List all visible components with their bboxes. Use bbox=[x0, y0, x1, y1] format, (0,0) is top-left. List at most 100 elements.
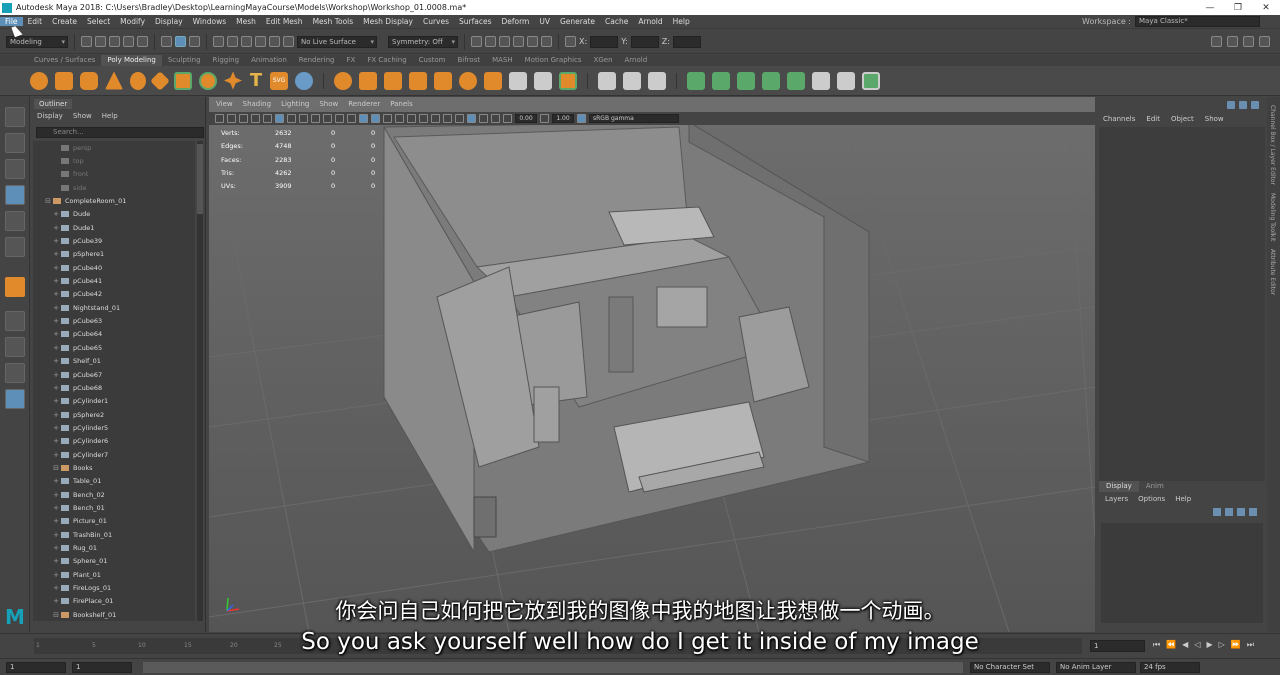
single-perspective-icon[interactable] bbox=[4, 311, 25, 331]
exposure-icon[interactable] bbox=[503, 114, 512, 123]
poly-sphere-icon[interactable] bbox=[30, 71, 48, 90]
expand-icon[interactable]: + bbox=[51, 330, 61, 338]
shelf-tab-fx-caching[interactable]: FX Caching bbox=[361, 55, 412, 66]
expand-icon[interactable]: + bbox=[51, 397, 61, 405]
outliner-item[interactable]: ⊟ Books bbox=[33, 461, 195, 474]
scrollbar-thumb[interactable] bbox=[197, 144, 203, 214]
grid-toggle-icon[interactable] bbox=[275, 114, 284, 123]
wireframe-icon[interactable] bbox=[347, 114, 356, 123]
outliner-item[interactable]: + pCube64 bbox=[33, 328, 195, 341]
expand-icon[interactable]: + bbox=[51, 424, 61, 432]
paint-select-icon[interactable] bbox=[4, 159, 25, 179]
symmetry-dropdown[interactable]: Symmetry: Off bbox=[388, 35, 458, 48]
expand-icon[interactable]: + bbox=[51, 451, 61, 459]
outliner-item[interactable]: + pCube65 bbox=[33, 341, 195, 354]
expand-icon[interactable]: + bbox=[51, 290, 61, 298]
bevel-icon[interactable] bbox=[712, 71, 730, 90]
extrude-icon[interactable] bbox=[687, 71, 705, 90]
expand-icon[interactable]: ⊟ bbox=[51, 464, 61, 472]
outliner-item[interactable]: + pCylinder1 bbox=[33, 395, 195, 408]
remesh-icon[interactable] bbox=[509, 71, 527, 90]
outliner-item[interactable]: + pCube63 bbox=[33, 314, 195, 327]
fill-hole-icon[interactable] bbox=[737, 71, 755, 90]
expand-icon[interactable]: + bbox=[51, 584, 61, 592]
shadows-icon[interactable] bbox=[407, 114, 416, 123]
shelf-tab-custom[interactable]: Custom bbox=[413, 55, 452, 66]
outliner-item[interactable]: + FireLogs_01 bbox=[33, 581, 195, 594]
viewport-menu-view[interactable]: View bbox=[216, 100, 233, 112]
outliner-item[interactable]: + Nightstand_01 bbox=[33, 301, 195, 314]
append-icon[interactable] bbox=[762, 71, 780, 90]
expand-icon[interactable]: + bbox=[51, 504, 61, 512]
boolean-icon[interactable] bbox=[409, 71, 427, 90]
tool-settings-icon[interactable] bbox=[1243, 36, 1254, 47]
layer-menu-layers[interactable]: Layers bbox=[1105, 495, 1128, 503]
snap-curve-icon[interactable] bbox=[227, 36, 238, 47]
film-gate-icon[interactable] bbox=[287, 114, 296, 123]
outliner-item[interactable]: + Sphere_01 bbox=[33, 555, 195, 568]
undo-icon[interactable] bbox=[123, 36, 134, 47]
poly-cube-icon[interactable] bbox=[55, 71, 73, 90]
perspective-viewport[interactable]: View Shading Lighting Show Renderer Pane… bbox=[209, 97, 1095, 632]
four-view-icon[interactable] bbox=[4, 337, 25, 357]
platonic-icon[interactable] bbox=[199, 71, 217, 90]
outliner-menu-help[interactable]: Help bbox=[102, 112, 118, 120]
range-bar[interactable] bbox=[143, 662, 963, 673]
anim-layer-dropdown[interactable]: No Anim Layer bbox=[1056, 662, 1136, 673]
workspace-dropdown[interactable]: Maya Classic* bbox=[1135, 16, 1260, 27]
connect-icon[interactable] bbox=[648, 71, 666, 90]
snap-grid-icon[interactable] bbox=[213, 36, 224, 47]
poke-icon[interactable] bbox=[812, 71, 830, 90]
modeling-toolkit-icon[interactable] bbox=[1211, 36, 1222, 47]
menu-set-dropdown[interactable]: Modeling bbox=[6, 35, 68, 48]
menu-select[interactable]: Select bbox=[82, 17, 115, 26]
safe-action-icon[interactable] bbox=[335, 114, 344, 123]
channel-box-icon[interactable] bbox=[1259, 36, 1270, 47]
select-object-icon[interactable] bbox=[175, 36, 186, 47]
scale-tool-icon[interactable] bbox=[4, 237, 25, 257]
expand-icon[interactable]: + bbox=[51, 517, 61, 525]
channel-box-menu-edit[interactable]: Edit bbox=[1146, 115, 1160, 123]
lasso-tool-icon[interactable] bbox=[4, 133, 25, 153]
redo-icon[interactable] bbox=[137, 36, 148, 47]
wireframe-on-shaded-icon[interactable] bbox=[371, 114, 380, 123]
channel-box-menu-object[interactable]: Object bbox=[1171, 115, 1194, 123]
viewport-menu-shading[interactable]: Shading bbox=[243, 100, 271, 112]
expand-icon[interactable]: + bbox=[51, 224, 61, 232]
move-layer-up-icon[interactable] bbox=[1213, 508, 1221, 516]
viewport-menu-lighting[interactable]: Lighting bbox=[281, 100, 309, 112]
snap-surface-icon[interactable] bbox=[269, 36, 280, 47]
rotate-tool-icon[interactable] bbox=[4, 211, 25, 231]
persp-outliner-icon[interactable] bbox=[4, 363, 25, 383]
render-settings-icon[interactable] bbox=[513, 36, 524, 47]
snap-vertex-icon[interactable] bbox=[283, 36, 294, 47]
expand-icon[interactable]: + bbox=[51, 237, 61, 245]
bookmark-icon[interactable] bbox=[227, 114, 236, 123]
snap-point-icon[interactable] bbox=[241, 36, 252, 47]
snap-view-icon[interactable] bbox=[255, 36, 266, 47]
select-component-icon[interactable] bbox=[189, 36, 200, 47]
2d-pan-icon[interactable] bbox=[251, 114, 260, 123]
outliner-item[interactable]: + Picture_01 bbox=[33, 515, 195, 528]
start-time-field[interactable]: 1 bbox=[6, 662, 66, 673]
playback-start-field[interactable]: 1 bbox=[72, 662, 132, 673]
expand-icon[interactable]: + bbox=[51, 571, 61, 579]
shelf-tab-rigging[interactable]: Rigging bbox=[207, 55, 246, 66]
target-weld-icon[interactable] bbox=[623, 71, 641, 90]
outliner-item[interactable]: + Bench_02 bbox=[33, 488, 195, 501]
textured-icon[interactable] bbox=[383, 114, 392, 123]
shelf-tab-arnold[interactable]: Arnold bbox=[619, 55, 654, 66]
poly-torus-icon[interactable] bbox=[130, 71, 146, 90]
mirror-icon[interactable] bbox=[434, 71, 452, 90]
layer-menu-options[interactable]: Options bbox=[1138, 495, 1165, 503]
retopo-icon[interactable] bbox=[534, 71, 552, 90]
shelf-tab-sculpting[interactable]: Sculpting bbox=[162, 55, 207, 66]
outliner-item[interactable]: + pSphere2 bbox=[33, 408, 195, 421]
menu-arnold[interactable]: Arnold bbox=[633, 17, 667, 26]
gamma-icon[interactable] bbox=[540, 114, 549, 123]
circularize-icon[interactable] bbox=[862, 71, 880, 90]
expand-icon[interactable]: + bbox=[51, 277, 61, 285]
minimize-button[interactable]: — bbox=[1196, 3, 1224, 13]
outliner-item[interactable]: + pCube42 bbox=[33, 288, 195, 301]
expand-icon[interactable]: ⊟ bbox=[43, 197, 53, 205]
